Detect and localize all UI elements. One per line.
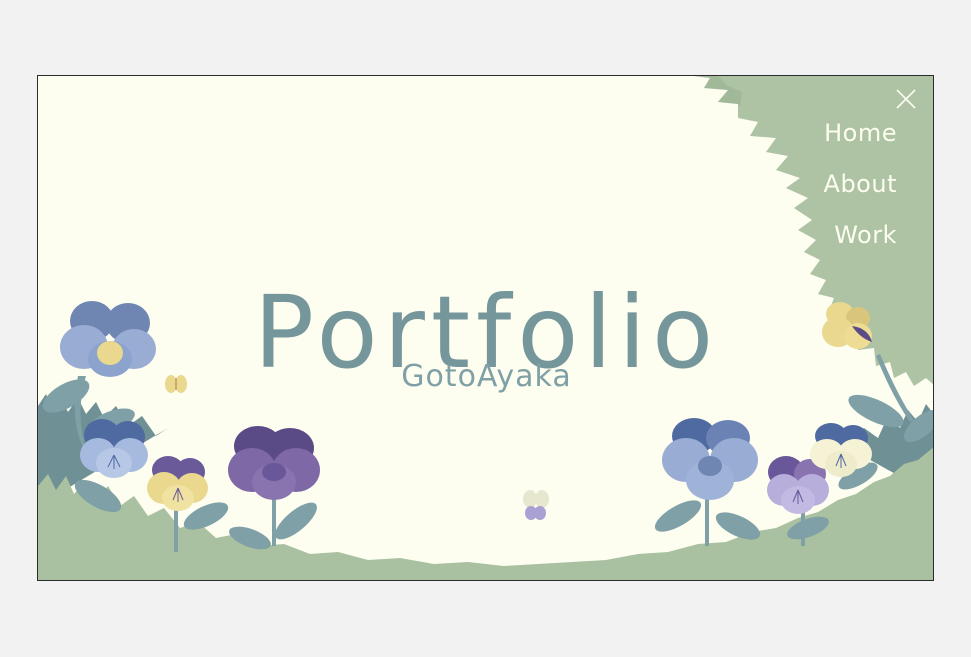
nav-item-about[interactable]: About: [757, 172, 897, 196]
pansy-blue-right: [662, 418, 758, 500]
butterfly-lavender: [523, 490, 549, 520]
main-nav: Home About Work: [757, 121, 897, 274]
pansy-lightblue-left: [80, 419, 148, 478]
pansy-purple-left: [228, 426, 320, 500]
nav-item-home[interactable]: Home: [757, 121, 897, 145]
hero-frame: Portfolio GotoAyaka Home About Work: [37, 75, 934, 581]
pansy-yellow-left: [147, 456, 208, 511]
nav-item-work[interactable]: Work: [757, 223, 897, 247]
close-icon[interactable]: [895, 88, 917, 110]
hero-subtitle: GotoAyaka: [401, 359, 572, 394]
